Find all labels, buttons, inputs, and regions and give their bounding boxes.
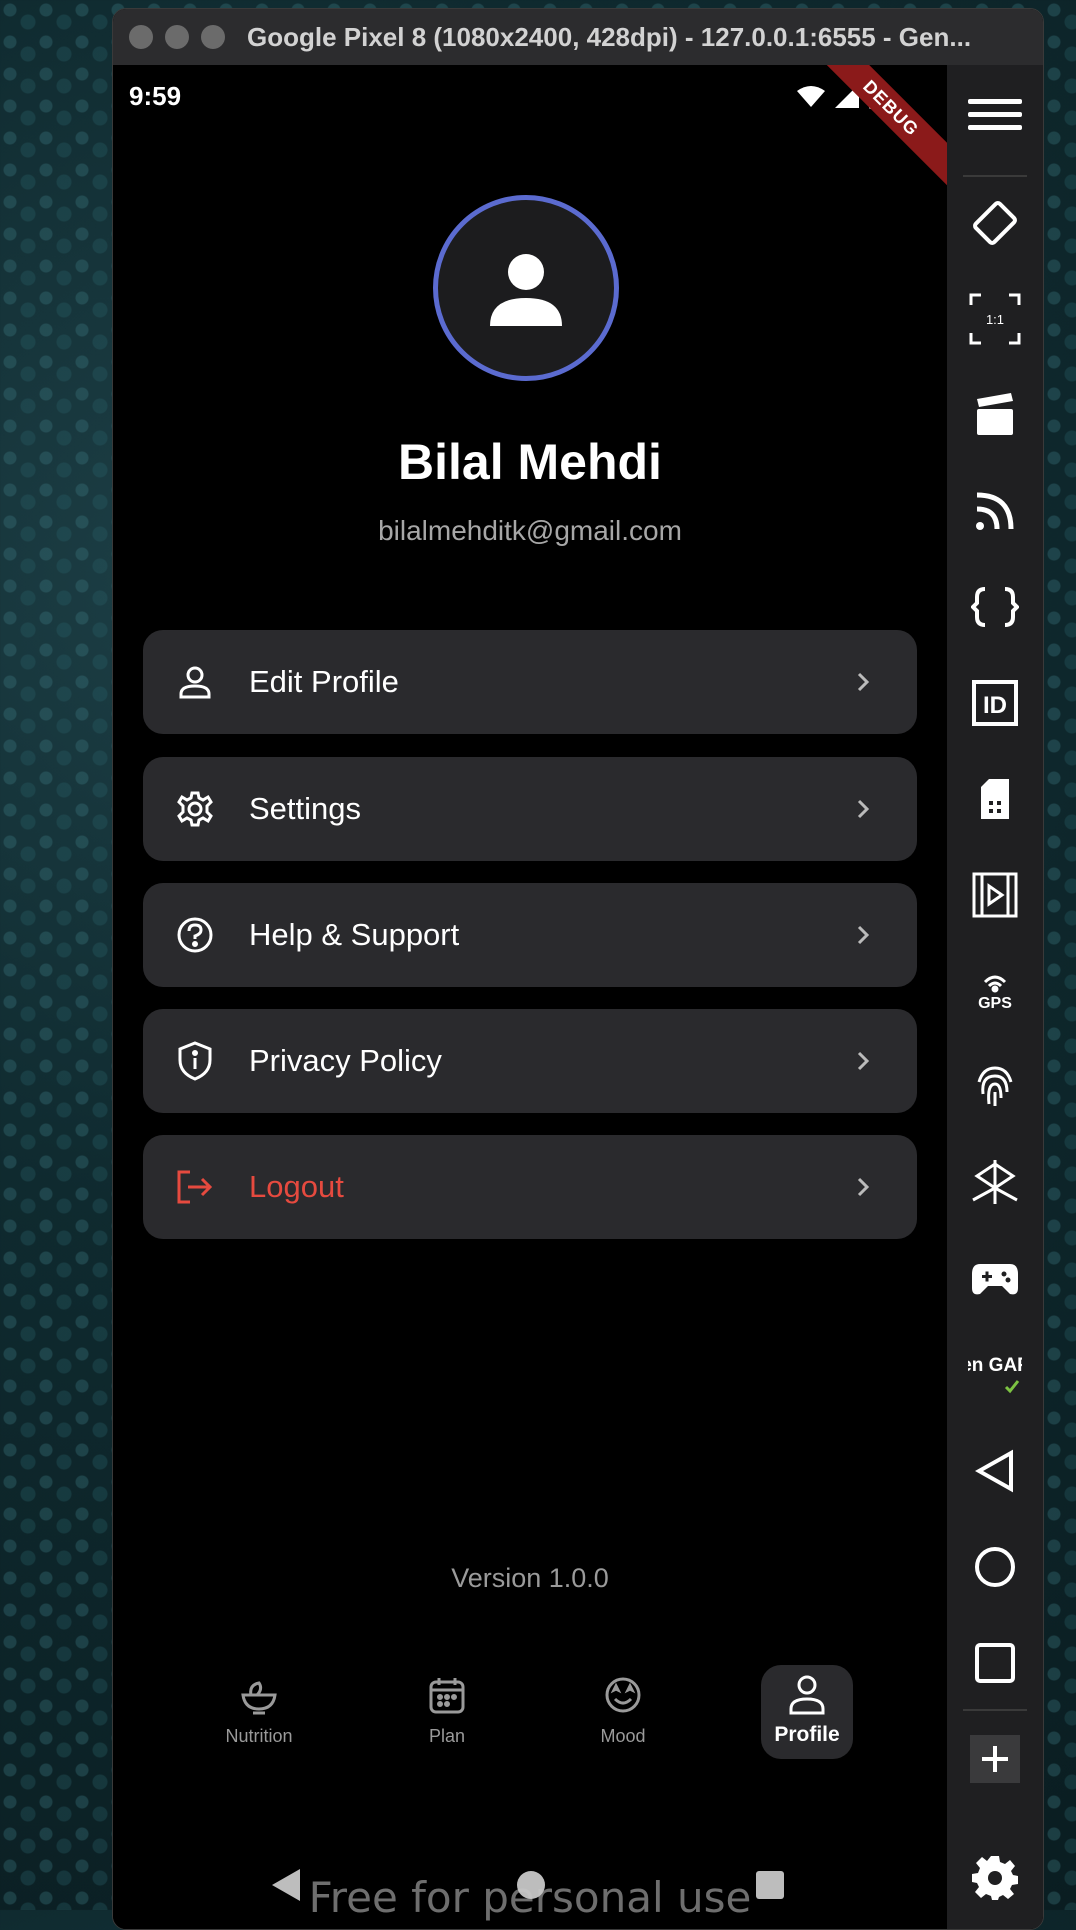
nav-item-nutrition[interactable]: Nutrition (199, 1675, 319, 1769)
menu-item-label: Logout (249, 1169, 344, 1204)
home-icon[interactable] (967, 1539, 1023, 1595)
shield-icon (175, 1041, 215, 1081)
id-label: ID (983, 692, 1007, 719)
gear-icon (175, 789, 215, 829)
gamepad-icon[interactable] (967, 1251, 1023, 1307)
watermark-text: Free for personal use (308, 1873, 752, 1922)
status-bar: 9:59 (129, 77, 909, 117)
menu-icon[interactable] (967, 87, 1023, 143)
overview-icon[interactable] (967, 1635, 1023, 1691)
rss-icon[interactable] (967, 483, 1023, 539)
profile-email: bilalmehditk@gmail.com (378, 515, 682, 546)
calendar-icon (429, 1678, 465, 1714)
window-title: Google Pixel 8 (1080x2400, 428dpi) - 127… (247, 21, 972, 52)
capture-icon[interactable] (967, 387, 1023, 443)
menu-item-label: Edit Profile (249, 664, 399, 699)
chevron-right-icon (843, 924, 883, 946)
chevron-right-icon (843, 671, 883, 693)
menu-item-help-support[interactable]: Help & Support (143, 883, 917, 987)
add-icon[interactable] (967, 1731, 1023, 1787)
app-version: Version 1.0.0 (451, 1563, 609, 1593)
media-icon[interactable] (967, 867, 1023, 923)
fingerprint-icon[interactable] (967, 1059, 1023, 1115)
logout-icon (175, 1167, 215, 1207)
menu-item-settings[interactable]: Settings (143, 757, 917, 861)
braces-icon[interactable] (967, 579, 1023, 635)
gps-icon[interactable]: GPS (967, 963, 1023, 1019)
person-outline-icon (789, 1675, 825, 1715)
nav-item-profile[interactable]: Profile (761, 1665, 853, 1759)
menu-item-privacy-policy[interactable]: Privacy Policy (143, 1009, 917, 1113)
avatar[interactable] (433, 195, 619, 381)
sensor-icon[interactable] (967, 1155, 1023, 1211)
window-titlebar[interactable]: Google Pixel 8 (1080x2400, 428dpi) - 127… (113, 9, 1043, 65)
chevron-right-icon (843, 798, 883, 820)
nav-item-plan[interactable]: Plan (387, 1675, 507, 1769)
menu-item-label: Help & Support (249, 917, 460, 952)
nav-label: Mood (600, 1726, 646, 1746)
gps-label: GPS (978, 995, 1012, 1012)
emulator-toolbar: 1:1 ID GPS n GA (947, 65, 1043, 1929)
close-window-button[interactable] (129, 25, 153, 49)
chevron-right-icon (843, 1176, 883, 1198)
menu-item-edit-profile[interactable]: Edit Profile (143, 630, 917, 734)
profile-name: Bilal Mehdi (398, 434, 662, 490)
bowl-icon (241, 1681, 277, 1715)
nav-label: Profile (774, 1723, 840, 1746)
id-icon[interactable]: ID (967, 675, 1023, 731)
nav-label: Nutrition (225, 1726, 293, 1746)
person-icon (490, 254, 562, 326)
status-time: 9:59 (129, 81, 182, 111)
chevron-right-icon (843, 1050, 883, 1072)
minimize-window-button[interactable] (165, 25, 189, 49)
zoom-window-button[interactable] (201, 25, 225, 49)
menu-item-label: Settings (249, 791, 362, 826)
help-icon (175, 915, 215, 955)
settings-icon[interactable] (967, 1849, 1023, 1905)
pixel-perfect-label: 1:1 (986, 312, 1004, 327)
menu-item-label: Privacy Policy (249, 1043, 442, 1078)
emulator-window: Google Pixel 8 (1080x2400, 428dpi) - 127… (112, 8, 1044, 1930)
person-outline-icon (175, 662, 215, 702)
bottom-navigation: Nutrition Plan Mood Profile (113, 1665, 947, 1775)
opengapps-label: Open GAPPS (968, 1355, 1022, 1376)
nav-item-mood[interactable]: Mood (563, 1675, 683, 1769)
nav-label: Plan (428, 1726, 466, 1746)
rotate-icon[interactable] (967, 195, 1023, 251)
back-icon[interactable] (967, 1443, 1023, 1499)
phone-screen: 9:59 DEBUG Bilal Mehdi bilalmehditk@gmai… (113, 65, 947, 1929)
sim-icon[interactable] (967, 771, 1023, 827)
pixel-perfect-icon[interactable]: 1:1 (967, 291, 1023, 347)
opengapps-icon[interactable]: Open GAPPS (967, 1347, 1023, 1403)
wifi-icon (797, 86, 825, 107)
menu-item-logout[interactable]: Logout (143, 1135, 917, 1239)
mood-face-icon (605, 1677, 641, 1713)
